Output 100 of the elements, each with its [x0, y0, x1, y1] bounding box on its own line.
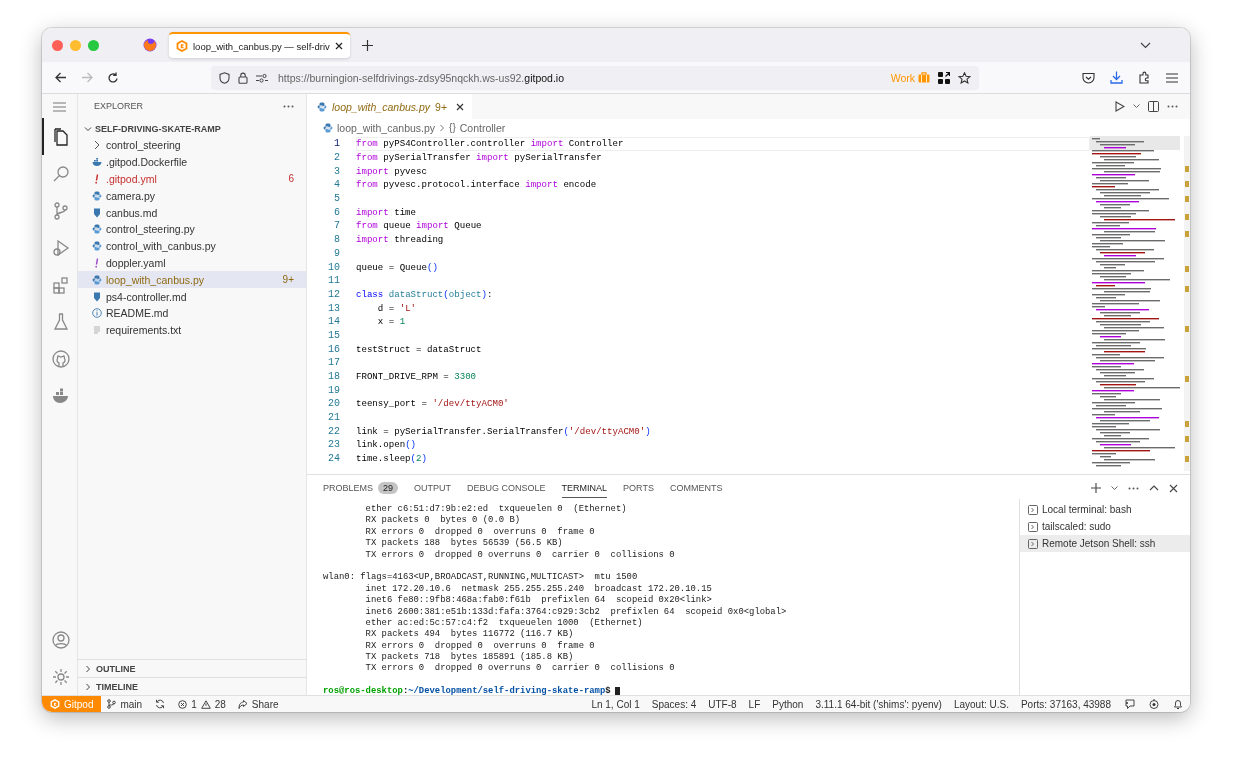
terminal-item[interactable]: Remote Jetson Shell: ssh [1020, 535, 1190, 552]
grid-icon[interactable] [938, 71, 950, 84]
star-icon[interactable] [958, 71, 971, 84]
file-item[interactable]: control_steering [78, 137, 306, 154]
more-icon[interactable] [283, 104, 294, 108]
code-line: from pySerialTransfer import pySerialTransfer [356, 152, 602, 164]
chevron-icon[interactable] [84, 124, 92, 133]
status-item[interactable]: UTF-8 [702, 696, 743, 712]
lock-icon [238, 71, 248, 84]
line-number: 1 [333, 138, 340, 150]
menu-icon[interactable] [1166, 72, 1178, 83]
problems-indicator[interactable]: 1 28 [172, 696, 232, 712]
section-header[interactable]: OUTLINE [78, 659, 306, 677]
terminal-line: RX errors 0 dropped 0 overruns 0 frame 0 [364, 640, 596, 652]
browser-tab[interactable]: loop_with_canbus.py — self-driv [169, 32, 350, 58]
code-line: FRONT_DRIVE_RPM = 3300 [356, 371, 477, 383]
status-item[interactable]: Ports: 37163, 43988 [1014, 696, 1117, 712]
warning-icon [200, 699, 211, 709]
split-editor-icon[interactable] [1148, 101, 1159, 112]
panel-tab[interactable]: DEBUG CONSOLE [467, 478, 546, 498]
close-icon[interactable] [456, 102, 465, 111]
branch-indicator[interactable]: main [101, 696, 149, 712]
file-item[interactable]: camera.py [78, 187, 306, 205]
terminal-line: RX packets 0 bytes 0 (0.0 B) [364, 515, 522, 527]
bell-icon[interactable] [1173, 698, 1183, 710]
line-number: 13 [327, 302, 340, 314]
line-number: 10 [327, 261, 340, 273]
line-number: 2 [333, 152, 340, 164]
status-item[interactable]: Python [766, 696, 810, 712]
run-icon[interactable] [1115, 101, 1125, 112]
project-folder-label[interactable]: SELF-DRIVING-SKATE-RAMP [95, 123, 221, 134]
terminal-line: RX errors 0 dropped 0 overruns 0 frame 0 [364, 526, 596, 538]
arrow-down-icon [92, 291, 102, 302]
puzzle-icon[interactable] [1138, 71, 1151, 84]
status-item[interactable]: Ln 1, Col 1 [585, 696, 646, 712]
close-icon[interactable] [1169, 483, 1178, 493]
editor-tab[interactable]: loop_with_canbus.py 9+ [307, 94, 473, 119]
snake-icon [92, 190, 102, 201]
file-item[interactable]: control_with_canbus.py [78, 237, 306, 255]
code-line: link = pySerialTransfer.SerialTransfer('/dev/ttyACM0') [356, 425, 651, 437]
close-icon[interactable] [334, 42, 343, 50]
file-item[interactable]: requirements.txt [78, 321, 306, 339]
sync-icon[interactable] [155, 699, 166, 709]
chevron-up-icon[interactable] [1149, 485, 1159, 491]
line-number: 22 [327, 425, 340, 437]
new-tab-icon[interactable] [361, 39, 373, 51]
terminal-item[interactable]: tailscaled: sudo [1020, 518, 1190, 535]
sliders-icon[interactable] [256, 72, 268, 83]
file-item[interactable]: .gitpod.yml 6 [78, 170, 306, 188]
status-item[interactable]: Spaces: 4 [645, 696, 703, 712]
reload-icon[interactable] [107, 71, 119, 84]
braces-icon: {} [449, 122, 456, 133]
breadcrumb[interactable]: Controller [459, 121, 506, 134]
back-icon[interactable] [55, 72, 67, 83]
pocket-icon[interactable] [1082, 71, 1095, 84]
panel-tab[interactable]: PORTS [623, 478, 654, 498]
file-item[interactable]: control_steering.py [78, 221, 306, 238]
panel-tab[interactable]: TERMINAL [561, 478, 608, 498]
line-number: 4 [333, 179, 340, 191]
url-text[interactable]: https://burningion-selfdrivings-zdsy95nqckh.ws-us92.gitpod.io [278, 71, 883, 84]
speech-bubble-icon[interactable] [1124, 698, 1135, 710]
more-icon[interactable] [1167, 105, 1178, 108]
status-item[interactable]: Layout: U.S. [947, 696, 1015, 712]
terminal-item[interactable]: Local terminal: bash [1020, 501, 1190, 518]
status-item[interactable]: 3.11.1 64-bit ('shims': pyenv) [809, 696, 948, 712]
line-number: 21 [327, 412, 340, 424]
file-item[interactable]: canbus.md [78, 204, 306, 221]
file-item[interactable]: README.md [78, 304, 306, 322]
branch-icon [107, 699, 117, 709]
file-item[interactable]: doppler.yaml [78, 254, 306, 272]
bot-icon[interactable] [1149, 698, 1159, 710]
status-item[interactable]: LF [742, 696, 767, 712]
chevron-down-icon[interactable] [1111, 485, 1118, 491]
minimap-drawing[interactable] [1090, 136, 1190, 471]
hexagon-logo-icon [50, 699, 60, 709]
chevron-down-icon[interactable] [1140, 41, 1151, 49]
file-item[interactable]: ps4-controller.md [78, 288, 306, 305]
address-bar[interactable]: https://burningion-selfdrivings-zdsy95nqckh.ws-us92.gitpod.io Work [211, 65, 979, 90]
code-line: x = 1 [376, 316, 406, 328]
line-number: 23 [327, 439, 340, 451]
panel-tab[interactable]: COMMENTS [669, 478, 723, 498]
terminal-line: inet 172.20.10.6 netmask 255.255.255.240 broadcast 172.20.10.15 [364, 583, 713, 595]
browser-logo-icon [143, 38, 157, 52]
close-window-button[interactable] [52, 39, 63, 51]
code-line: import time [356, 206, 417, 218]
more-icon[interactable] [1128, 486, 1139, 490]
terminal-line: ether c6:51:d7:9b:e2:ed txqueuelen 0 (Ethernet) [364, 504, 628, 515]
line-number: 24 [327, 453, 340, 465]
line-number: 12 [327, 288, 340, 300]
breadcrumb[interactable]: loop_with_canbus.py [337, 121, 436, 134]
terminal-line: ether ac:ed:5c:57:c4:f2 txqueuelen 1000 (Ethernet) [364, 617, 644, 629]
share-button[interactable]: Share [231, 696, 285, 712]
download-icon[interactable] [1110, 71, 1123, 84]
file-item[interactable]: .gitpod.Dockerfile [78, 153, 306, 171]
chevron-down-icon[interactable] [1133, 104, 1140, 109]
file-item[interactable]: loop_with_canbus.py 9+ [78, 271, 306, 289]
plus-icon[interactable] [1091, 483, 1101, 493]
panel-tab[interactable]: PROBLEMS 29 [323, 478, 399, 498]
panel-tab[interactable]: OUTPUT [414, 478, 452, 498]
terminal-icon [1028, 521, 1038, 532]
